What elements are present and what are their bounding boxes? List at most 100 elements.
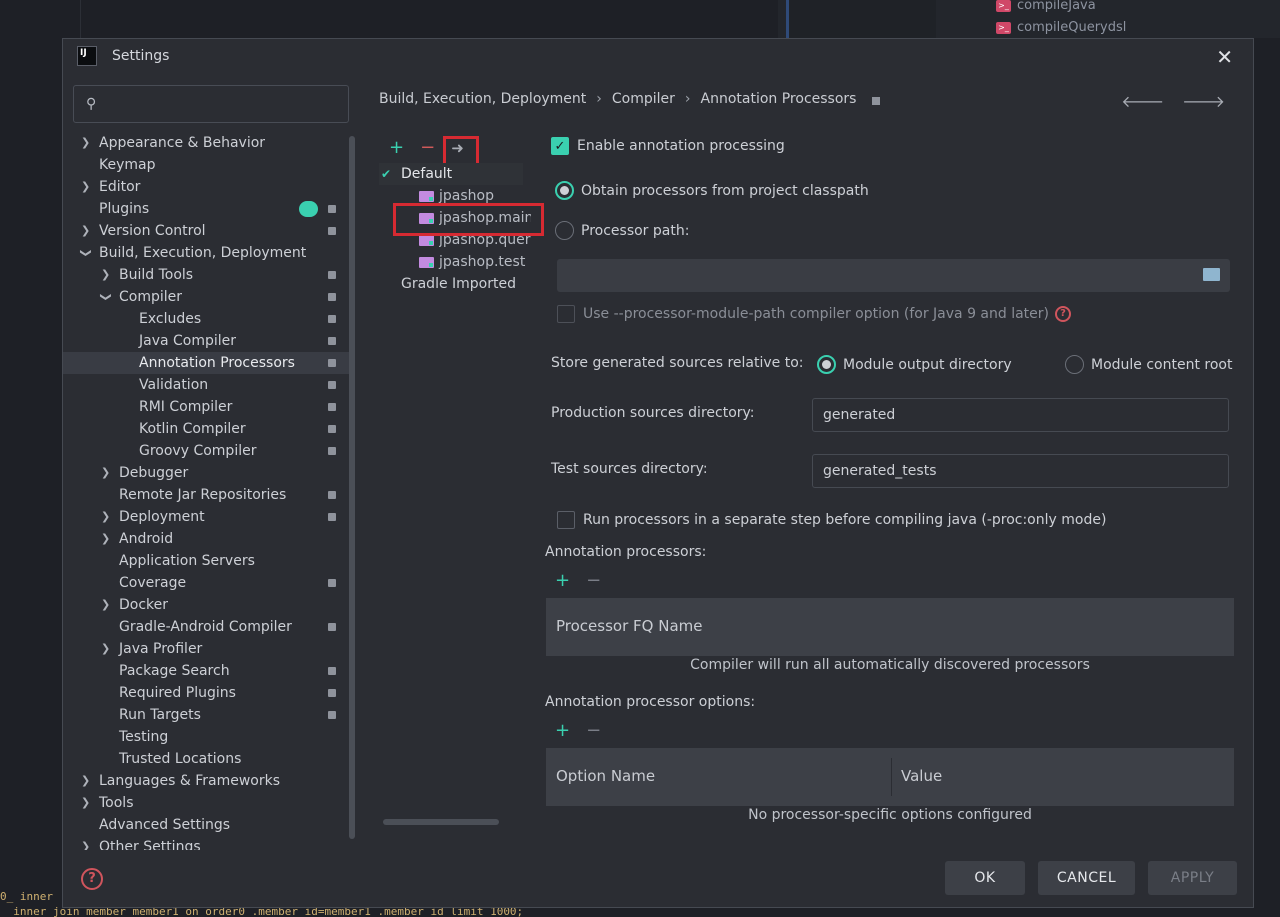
sidebar-item-testing[interactable]: Testing [63,726,353,748]
chevron-right-icon[interactable]: ❯ [81,176,90,198]
obtain-from-classpath-row[interactable]: Obtain processors from project classpath [555,181,869,200]
sidebar-item-groovy-compiler[interactable]: Groovy Compiler [63,440,353,462]
option-name-header[interactable]: Option Name [556,767,655,785]
module-output-directory-radio[interactable] [817,355,836,374]
sidebar-item-java-profiler[interactable]: ❯ Java Profiler [63,638,353,660]
processor-path-field[interactable] [557,259,1230,292]
sidebar-item-build-execution-deployment[interactable]: ❯ Build, Execution, Deployment [63,242,353,264]
add-profile-button[interactable]: + [389,137,404,158]
sidebar-scrollbar[interactable] [349,136,355,839]
sidebar-item-android[interactable]: ❯ Android [63,528,353,550]
plugins-update-badge [299,201,318,217]
module-content-root-radio[interactable] [1065,355,1084,374]
highlight-box-jpashop-main [393,203,544,236]
chevron-right-icon[interactable]: ❯ [81,792,90,814]
sidebar-item-coverage[interactable]: Coverage [63,572,353,594]
chevron-down-icon[interactable]: ❯ [75,248,97,257]
sidebar-item-trusted-locations[interactable]: Trusted Locations [63,748,353,770]
chevron-right-icon[interactable]: ❯ [101,506,110,528]
profile-gradle-imported[interactable]: Gradle Imported [379,273,523,295]
sidebar-item-validation[interactable]: Validation [63,374,353,396]
add-processor-button[interactable]: + [555,570,570,591]
minimap [786,0,936,38]
sidebar-item-excludes[interactable]: Excludes [63,308,353,330]
sidebar-item-build-tools[interactable]: ❯ Build Tools [63,264,353,286]
project-scope-icon [328,623,336,631]
processor-path-row[interactable]: Processor path: [555,221,689,240]
sidebar-item-compiler[interactable]: ❯ Compiler [63,286,353,308]
sidebar-item-required-plugins[interactable]: Required Plugins [63,682,353,704]
obtain-from-classpath-radio[interactable] [555,181,574,200]
project-scope-icon [328,447,336,455]
column-divider[interactable] [891,758,892,796]
project-scope-icon [328,205,336,213]
production-sources-field[interactable]: generated [812,398,1229,432]
enable-annotation-processing-checkbox[interactable]: ✓ [551,137,569,155]
settings-search-input[interactable]: ⚲ [73,85,349,123]
processor-path-radio[interactable] [555,221,574,240]
sidebar-item-java-compiler[interactable]: Java Compiler [63,330,353,352]
test-sources-label: Test sources directory: [551,461,708,477]
value-header[interactable]: Value [901,767,942,785]
sidebar-item-gradle-android-compiler[interactable]: Gradle-Android Compiler [63,616,353,638]
project-scope-icon [328,403,336,411]
enable-annotation-processing-row[interactable]: ✓ Enable annotation processing [551,137,785,155]
project-scope-icon [328,711,336,719]
sidebar-item-tools[interactable]: ❯ Tools [63,792,353,814]
add-option-button[interactable]: + [555,720,570,741]
processor-fq-name-header[interactable]: Processor FQ Name [556,617,702,635]
chevron-right-icon[interactable]: ❯ [101,462,110,484]
module-output-directory-row[interactable]: Module output directory [817,355,1012,374]
chevron-right-icon[interactable]: ❯ [101,594,110,616]
sidebar-item-annotation-processors[interactable]: Annotation Processors [63,352,353,374]
browse-folder-icon[interactable] [1203,268,1220,281]
sidebar-item-kotlin-compiler[interactable]: Kotlin Compiler [63,418,353,440]
sidebar-item-languages-frameworks[interactable]: ❯ Languages & Frameworks [63,770,353,792]
chevron-right-icon[interactable]: ❯ [101,528,110,550]
apply-button[interactable]: APPLY [1148,861,1237,895]
run-separate-step-checkbox[interactable] [557,511,575,529]
sidebar-item-plugins[interactable]: Plugins [63,198,353,220]
chevron-down-icon[interactable]: ❯ [95,292,117,301]
sidebar-item-docker[interactable]: ❯ Docker [63,594,353,616]
sidebar-item-rmi-compiler[interactable]: RMI Compiler [63,396,353,418]
store-generated-label: Store generated sources relative to: [551,355,804,371]
sidebar-item-remote-jar-repositories[interactable]: Remote Jar Repositories [63,484,353,506]
sidebar-item-package-search[interactable]: Package Search [63,660,353,682]
remove-profile-button[interactable]: − [420,137,435,158]
sidebar-item-advanced-settings[interactable]: Advanced Settings [63,814,353,836]
sidebar-item-version-control[interactable]: ❯ Version Control [63,220,353,242]
sidebar-item-run-targets[interactable]: Run Targets [63,704,353,726]
chevron-right-icon[interactable]: ❯ [81,220,90,242]
help-icon[interactable]: ? [1055,306,1072,322]
chevron-right-icon[interactable]: ❯ [81,836,90,850]
remove-option-button[interactable]: − [586,720,601,741]
sidebar-item-keymap[interactable]: Keymap [63,154,353,176]
test-sources-field[interactable]: generated_tests [812,454,1229,488]
profile-default[interactable]: ✔ Default [379,163,523,185]
chevron-right-icon[interactable]: ❯ [81,132,90,154]
sidebar-item-appearance[interactable]: ❯ Appearance & Behavior [63,132,353,154]
module-jpashop-test[interactable]: jpashop.test [379,251,525,273]
chevron-right-icon[interactable]: ❯ [101,638,110,660]
sidebar-item-other-settings[interactable]: ❯ Other Settings [63,836,353,850]
project-scope-icon [328,337,336,345]
profile-tree-scrollbar[interactable] [383,819,499,825]
gradle-task-icon: >_ [996,21,1011,34]
gradle-task-compile-java[interactable]: >_ compileJava [996,0,1096,13]
gradle-task-compile-querydsl[interactable]: >_ compileQuerydsl [996,20,1126,35]
cancel-button[interactable]: CANCEL [1038,861,1135,895]
project-scope-icon [328,667,336,675]
dialog-title: Settings [112,48,170,64]
ok-button[interactable]: OK [945,861,1025,895]
remove-processor-button[interactable]: − [586,570,601,591]
module-content-root-row[interactable]: Module content root [1065,355,1232,374]
sidebar-item-editor[interactable]: ❯ Editor [63,176,353,198]
sidebar-item-application-servers[interactable]: Application Servers [63,550,353,572]
run-separate-step-row[interactable]: Run processors in a separate step before… [557,511,1106,529]
sidebar-item-deployment[interactable]: ❯ Deployment [63,506,353,528]
chevron-right-icon[interactable]: ❯ [81,770,90,792]
sidebar-item-debugger[interactable]: ❯ Debugger [63,462,353,484]
chevron-right-icon[interactable]: ❯ [101,264,110,286]
help-icon[interactable]: ? [81,868,103,890]
